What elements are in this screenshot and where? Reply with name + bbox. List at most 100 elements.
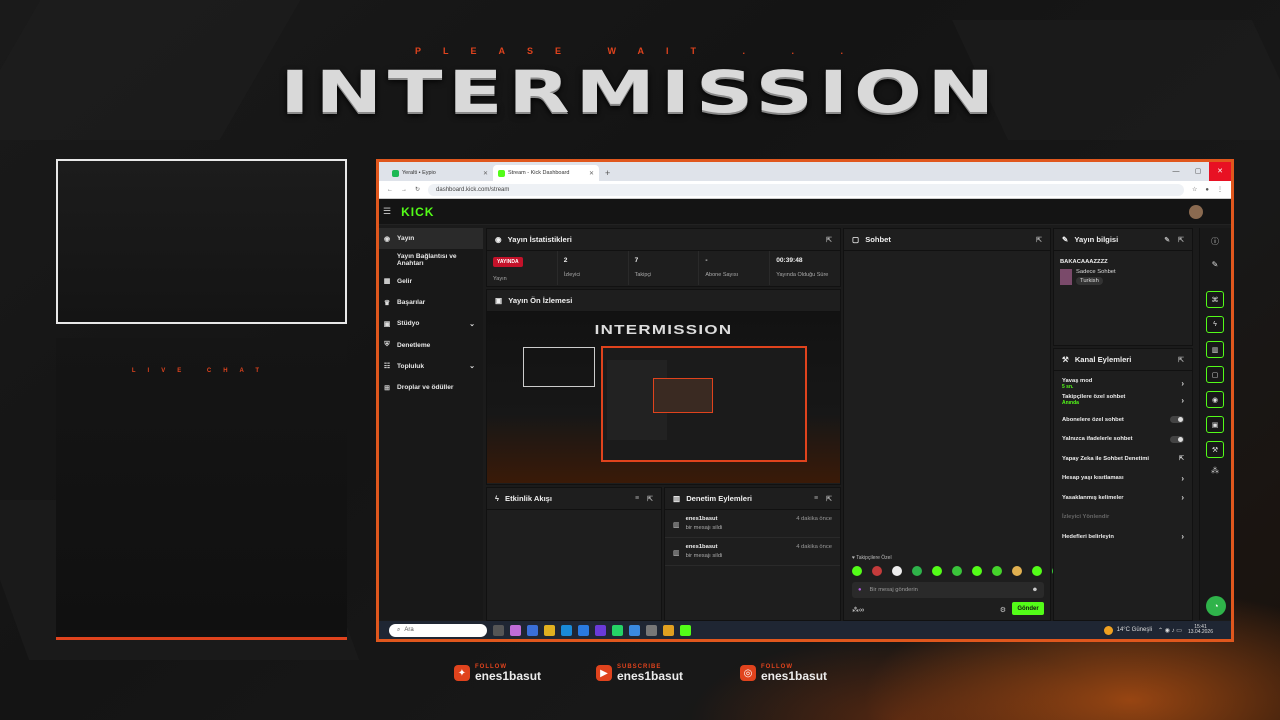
chat-icon[interactable]: ▢: [1206, 366, 1224, 383]
emote-icon[interactable]: [992, 566, 1002, 576]
stream-preview-video[interactable]: INTERMISSION: [487, 312, 840, 483]
maximize-icon[interactable]: ▢: [1187, 162, 1209, 181]
emote-icon[interactable]: [912, 566, 922, 576]
whatsapp-icon[interactable]: [612, 624, 623, 636]
browser-tab-active[interactable]: Stream - Kick Dashboard ✕: [493, 165, 599, 181]
action-label: Hedefleri belirleyin: [1062, 533, 1114, 540]
copilot-icon[interactable]: [510, 624, 521, 636]
mod-action-user[interactable]: enes1basut: [686, 516, 723, 522]
emote-icon[interactable]: [952, 566, 962, 576]
filter-icon[interactable]: ≡: [635, 495, 639, 503]
url-field[interactable]: dashboard.kick.com/stream: [428, 183, 1184, 196]
app-icon[interactable]: [629, 624, 640, 636]
sidebar-item-drops[interactable]: ⊞ Droplar ve ödüller: [379, 377, 483, 398]
chat-tools-icon[interactable]: ⁂∞: [852, 606, 864, 614]
category-thumbnail[interactable]: [1060, 269, 1072, 285]
weather-widget[interactable]: 14°C Güneşli: [1103, 625, 1152, 635]
preview-icon[interactable]: ▣: [1206, 416, 1224, 433]
emote-icon[interactable]: [872, 566, 882, 576]
wrench-icon[interactable]: ⚒: [1206, 441, 1224, 458]
edge-icon[interactable]: [561, 624, 572, 636]
sidebar-item-achievements[interactable]: ♛ Başarılar: [379, 292, 483, 313]
kick-icon[interactable]: [680, 624, 691, 636]
minimize-icon[interactable]: —: [1165, 162, 1187, 181]
goals-row[interactable]: Hedefleri belirleyin ›: [1054, 527, 1192, 547]
back-icon[interactable]: ←: [387, 187, 393, 193]
emote-icon[interactable]: [892, 566, 902, 576]
popout-icon[interactable]: ⇱: [1178, 356, 1184, 364]
popout-icon[interactable]: ⇱: [647, 495, 653, 503]
emote-icon[interactable]: [1012, 566, 1022, 576]
settings-gear-icon[interactable]: ⚙: [1000, 606, 1006, 614]
sidebar-item-moderation[interactable]: ⛨ Denetleme: [379, 334, 483, 355]
account-age-row[interactable]: Hesap yaşı kısıtlaması ›: [1054, 469, 1192, 489]
edit-icon[interactable]: ✎: [1206, 260, 1224, 269]
sidebar-item-income[interactable]: ▦ Gelir: [379, 271, 483, 292]
followers-only-label: ♥ Takipçilere Özel: [852, 555, 892, 561]
bolt-icon[interactable]: ϟ: [1206, 316, 1224, 333]
emote-icon[interactable]: [972, 566, 982, 576]
action-value: 5 sn.: [1062, 383, 1074, 390]
emote-icon[interactable]: [1032, 566, 1042, 576]
mic-icon[interactable]: ●: [858, 587, 862, 593]
panel-title: Sohbet: [865, 235, 891, 244]
popout-icon[interactable]: ⇱: [1178, 236, 1184, 244]
ai-moderation-row[interactable]: Yapay Zeka ile Sohbet Denetimi ⇱: [1054, 449, 1192, 469]
popout-icon[interactable]: ⇱: [1036, 236, 1042, 244]
store-icon[interactable]: [527, 624, 538, 636]
popout-icon[interactable]: ⇱: [826, 236, 832, 244]
chat-input[interactable]: ● Bir mesaj gönderin ☻: [852, 582, 1044, 598]
subs-chat-toggle[interactable]: [1170, 416, 1184, 424]
app-icon[interactable]: [595, 624, 606, 636]
profile-icon[interactable]: ●: [1205, 187, 1209, 193]
settings-gear-icon[interactable]: [646, 624, 657, 636]
reload-icon[interactable]: ↻: [415, 186, 420, 193]
support-icon[interactable]: ◔: [1206, 596, 1226, 616]
sidebar-item-community[interactable]: ☷ Topluluk ⌄: [379, 356, 483, 377]
clock[interactable]: 15:41 13.04.2026: [1188, 624, 1213, 636]
emote-icon[interactable]: [932, 566, 942, 576]
sidebar-item-stream-key[interactable]: Yayın Bağlantısı ve Anahtarı: [379, 249, 483, 270]
trash-icon[interactable]: ▥: [1206, 341, 1224, 358]
close-icon[interactable]: ✕: [589, 170, 594, 177]
clip-icon[interactable]: ⌘: [1206, 291, 1224, 308]
viewer-redirect-row: İzleyici Yönlendir: [1054, 508, 1192, 528]
slow-mode-row[interactable]: Yavaş mod 5 sn. ›: [1054, 371, 1192, 391]
channel-actions-panel: ⚒ Kanal Eylemleri ⇱ Yavaş mod 5 sn. › Takipç…: [1053, 348, 1193, 621]
edit-icon[interactable]: ✎: [1164, 236, 1170, 244]
category-name[interactable]: Sadece Sohbet: [1076, 269, 1116, 275]
followers-chat-row[interactable]: Takipçilere özel sohbet Anında ›: [1054, 391, 1192, 411]
filter-icon[interactable]: ≡: [814, 495, 818, 503]
app-icon[interactable]: [578, 624, 589, 636]
share-icon[interactable]: ⁂: [1206, 466, 1224, 475]
kick-logo[interactable]: KICK: [401, 205, 434, 219]
close-window-icon[interactable]: ✕: [1209, 162, 1231, 181]
new-tab-icon[interactable]: +: [605, 168, 610, 178]
info-icon[interactable]: ⓘ: [1206, 236, 1224, 247]
close-icon[interactable]: ✕: [483, 170, 488, 177]
send-button[interactable]: Gönder: [1012, 602, 1044, 615]
chrome-icon[interactable]: [663, 624, 674, 636]
banned-words-row[interactable]: Yasaklanmış kelimeler ›: [1054, 488, 1192, 508]
emote-chat-toggle[interactable]: [1170, 435, 1184, 443]
task-view-icon[interactable]: [493, 624, 504, 636]
panel-title: Yayın bilgisi: [1074, 235, 1119, 244]
forward-icon[interactable]: →: [401, 187, 407, 193]
popout-icon[interactable]: ⇱: [826, 495, 832, 503]
hamburger-menu-icon[interactable]: ☰: [383, 206, 391, 217]
activity-feed-panel: ϟ Etkinlik Akışı ≡ ⇱: [486, 487, 662, 621]
emote-icon[interactable]: [852, 566, 862, 576]
tag-pill[interactable]: Turkish: [1076, 277, 1103, 285]
explorer-icon[interactable]: [544, 624, 555, 636]
user-avatar[interactable]: [1189, 205, 1203, 219]
emoji-icon[interactable]: ☻: [1032, 587, 1038, 593]
menu-dots-icon[interactable]: ⋮: [1217, 186, 1223, 193]
system-tray-icons[interactable]: ⌃ ◉ ♪ ▭: [1158, 627, 1182, 634]
browser-tab[interactable]: Yeralti • Eypio ✕: [387, 165, 493, 181]
sidebar-item-stream[interactable]: ◉ Yayın: [379, 228, 483, 250]
taskbar-search-text: Ara: [404, 627, 414, 633]
mod-action-user[interactable]: enes1basut: [686, 544, 723, 550]
broadcast-icon[interactable]: ◉: [1206, 391, 1224, 408]
bookmark-star-icon[interactable]: ☆: [1192, 186, 1197, 193]
taskbar-search[interactable]: ⌕ Ara: [389, 623, 487, 637]
